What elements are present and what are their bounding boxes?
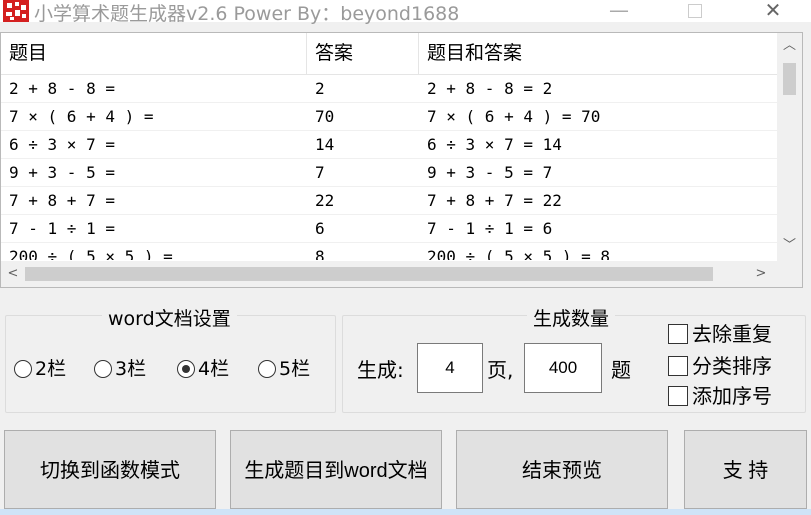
radio-4-columns[interactable]: 4栏	[177, 358, 229, 380]
count-unit-label: 题	[611, 358, 631, 382]
serial-checkbox[interactable]: 添加序号	[668, 384, 772, 408]
generate-label: 生成:	[357, 358, 404, 382]
minimize-icon: —	[609, 0, 629, 22]
problem-answer-cell: 2 + 8 - 8 = 2	[427, 79, 553, 98]
radio-label: 5栏	[279, 358, 311, 380]
support-button[interactable]: 支 持	[684, 430, 807, 509]
problem-cell: 9 + 3 - 5 =	[9, 163, 115, 182]
window-bottom-edge	[0, 509, 811, 515]
table-row[interactable]: 6 ÷ 3 × 7 = 14 6 ÷ 3 × 7 = 14	[1, 130, 777, 159]
vertical-scrollbar[interactable]: ︿ ﹀	[777, 33, 802, 261]
vertical-scroll-thumb[interactable]	[783, 63, 796, 95]
quantity-title: 生成数量	[527, 304, 616, 331]
checkbox-label: 分类排序	[692, 354, 772, 378]
radio-5-columns[interactable]: 5栏	[258, 358, 310, 380]
radio-icon	[14, 360, 32, 378]
column-header-problem[interactable]: 题目	[1, 33, 307, 74]
problem-answer-cell: 200 ÷ ( 5 × 5 ) = 8	[427, 247, 611, 260]
checkbox-label: 添加序号	[692, 384, 772, 408]
answer-cell: 22	[315, 191, 335, 210]
checkbox-icon	[668, 356, 688, 376]
sort-checkbox[interactable]: 分类排序	[668, 354, 772, 378]
radio-2-columns[interactable]: 2栏	[14, 358, 66, 380]
pages-input[interactable]	[417, 343, 483, 393]
maximize-button[interactable]	[672, 0, 718, 22]
generate-word-button[interactable]: 生成题目到word文档	[230, 430, 442, 509]
column-header-answer[interactable]: 答案	[307, 33, 419, 74]
table-row[interactable]: 7 × ( 6 + 4 ) = 70 7 × ( 6 + 4 ) = 70	[1, 102, 777, 131]
problem-answer-cell: 7 × ( 6 + 4 ) = 70	[427, 107, 601, 126]
horizontal-scrollbar[interactable]: < >	[1, 261, 777, 287]
list-body: 2 + 8 - 8 = 2 2 + 8 - 8 = 2 7 × ( 6 + 4 …	[1, 74, 777, 260]
radio-checked-icon	[177, 360, 195, 378]
problem-list[interactable]: 题目 答案 题目和答案 2 + 8 - 8 = 2 2 + 8 - 8 = 2 …	[0, 32, 803, 288]
dedupe-checkbox[interactable]: 去除重复	[668, 322, 772, 346]
problem-cell: 200 ÷ ( 5 × 5 ) =	[9, 247, 173, 260]
answer-cell: 14	[315, 135, 335, 154]
radio-label: 4栏	[198, 358, 230, 380]
minimize-button[interactable]: —	[596, 0, 642, 22]
answer-cell: 8	[315, 247, 325, 260]
table-row[interactable]: 7 - 1 ÷ 1 = 6 7 - 1 ÷ 1 = 6	[1, 214, 777, 243]
app-icon	[3, 0, 29, 22]
checkbox-label: 去除重复	[692, 322, 772, 346]
problem-answer-cell: 9 + 3 - 5 = 7	[427, 163, 553, 182]
radio-3-columns[interactable]: 3栏	[94, 358, 146, 380]
close-icon: ✕	[764, 0, 782, 22]
scroll-up-icon[interactable]: ︿	[777, 35, 802, 57]
scroll-left-icon[interactable]: <	[1, 261, 25, 287]
problem-answer-cell: 7 - 1 ÷ 1 = 6	[427, 219, 553, 238]
checkbox-icon	[668, 324, 688, 344]
problem-answer-cell: 6 ÷ 3 × 7 = 14	[427, 135, 562, 154]
checkbox-icon	[668, 386, 688, 406]
answer-cell: 2	[315, 79, 325, 98]
table-row[interactable]: 9 + 3 - 5 = 7 9 + 3 - 5 = 7	[1, 158, 777, 187]
switch-mode-button[interactable]: 切换到函数模式	[4, 430, 216, 509]
radio-label: 3栏	[115, 358, 147, 380]
window-title: 小学算术题生成器v2.6 Power By：beyond1688	[34, 3, 460, 25]
radio-icon	[258, 360, 276, 378]
scroll-down-icon[interactable]: ﹀	[777, 235, 802, 257]
count-input[interactable]	[524, 343, 602, 393]
answer-cell: 6	[315, 219, 325, 238]
problem-cell: 7 × ( 6 + 4 ) =	[9, 107, 154, 126]
answer-cell: 7	[315, 163, 325, 182]
column-header-problem-and-answer[interactable]: 题目和答案	[419, 33, 777, 74]
table-row[interactable]: 7 + 8 + 7 = 22 7 + 8 + 7 = 22	[1, 186, 777, 215]
radio-icon	[94, 360, 112, 378]
close-button[interactable]: ✕	[750, 0, 796, 22]
list-header: 题目 答案 题目和答案	[1, 33, 777, 75]
scrollbar-corner	[777, 261, 802, 287]
title-bar: 小学算术题生成器v2.6 Power By：beyond1688 — ✕	[0, 0, 811, 25]
radio-label: 2栏	[35, 358, 67, 380]
word-settings-title: word文档设置	[102, 304, 237, 331]
horizontal-scroll-thumb[interactable]	[25, 267, 713, 281]
problem-answer-cell: 7 + 8 + 7 = 22	[427, 191, 562, 210]
problem-cell: 6 ÷ 3 × 7 =	[9, 135, 115, 154]
table-row[interactable]: 2 + 8 - 8 = 2 2 + 8 - 8 = 2	[1, 74, 777, 103]
pages-unit-label: 页,	[487, 358, 514, 382]
answer-cell: 70	[315, 107, 335, 126]
table-row[interactable]: 200 ÷ ( 5 × 5 ) = 8 200 ÷ ( 5 × 5 ) = 8	[1, 242, 777, 260]
end-preview-button[interactable]: 结束预览	[456, 430, 668, 509]
problem-cell: 7 + 8 + 7 =	[9, 191, 115, 210]
word-settings-group: word文档设置 2栏 3栏 4栏 5栏	[5, 304, 336, 413]
problem-cell: 7 - 1 ÷ 1 =	[9, 219, 115, 238]
scroll-right-icon[interactable]: >	[749, 261, 773, 287]
problem-cell: 2 + 8 - 8 =	[9, 79, 115, 98]
maximize-icon	[688, 4, 702, 18]
